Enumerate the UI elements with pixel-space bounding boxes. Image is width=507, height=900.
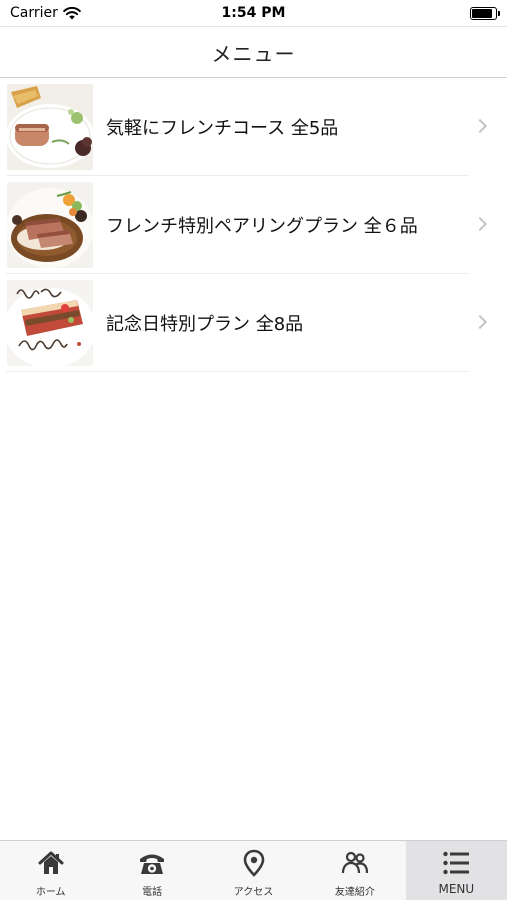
status-time: 1:54 PM bbox=[221, 5, 286, 21]
home-icon bbox=[38, 851, 64, 874]
battery-fill bbox=[472, 9, 492, 18]
tab-phone[interactable]: 電話 bbox=[101, 841, 202, 900]
tab-access[interactable]: アクセス bbox=[203, 841, 304, 900]
tab-bar: ホーム 電話 アクセス 友達紹介 MENU bbox=[0, 840, 507, 900]
phone-icon bbox=[140, 854, 165, 874]
friends-icon bbox=[341, 851, 369, 874]
happy-birthday-dessert-photo bbox=[7, 280, 93, 366]
battery-icon bbox=[470, 7, 500, 20]
tab-label: ホーム bbox=[35, 887, 66, 898]
tab-friend-referral[interactable]: 友達紹介 bbox=[304, 841, 405, 900]
foie-gras-plate-photo bbox=[7, 84, 93, 170]
menu-item-anniversary-plan[interactable]: 記念日特別プラン 全8品 bbox=[0, 274, 507, 372]
navigation-bar: メニュー bbox=[0, 26, 507, 78]
tab-label: アクセス bbox=[233, 887, 274, 898]
tab-label: MENU bbox=[438, 882, 475, 896]
tab-home[interactable]: ホーム bbox=[0, 841, 101, 900]
tab-label: 電話 bbox=[142, 887, 163, 898]
menu-list: 気軽にフレンチコース 全5品 フレンチ特別ペアリングプラン 全６品 記念日特別プ… bbox=[0, 78, 507, 372]
page-title: メニュー bbox=[211, 41, 296, 66]
menu-item-label: フレンチ特別ペアリングプラン 全６品 bbox=[106, 216, 418, 237]
menu-item-casual-french-course[interactable]: 気軽にフレンチコース 全5品 bbox=[0, 78, 507, 176]
tab-menu[interactable]: MENU bbox=[405, 841, 507, 900]
menu-item-pairing-plan[interactable]: フレンチ特別ペアリングプラン 全６品 bbox=[0, 176, 507, 274]
tab-label: 友達紹介 bbox=[334, 887, 375, 898]
menu-list-icon bbox=[443, 851, 470, 875]
menu-item-label: 気軽にフレンチコース 全5品 bbox=[106, 118, 339, 139]
status-bar: Carrier 1:54 PM bbox=[0, 0, 507, 26]
map-pin-icon bbox=[243, 849, 264, 877]
duck-sauce-plate-photo bbox=[7, 182, 93, 268]
menu-item-label: 記念日特別プラン 全8品 bbox=[106, 314, 304, 335]
